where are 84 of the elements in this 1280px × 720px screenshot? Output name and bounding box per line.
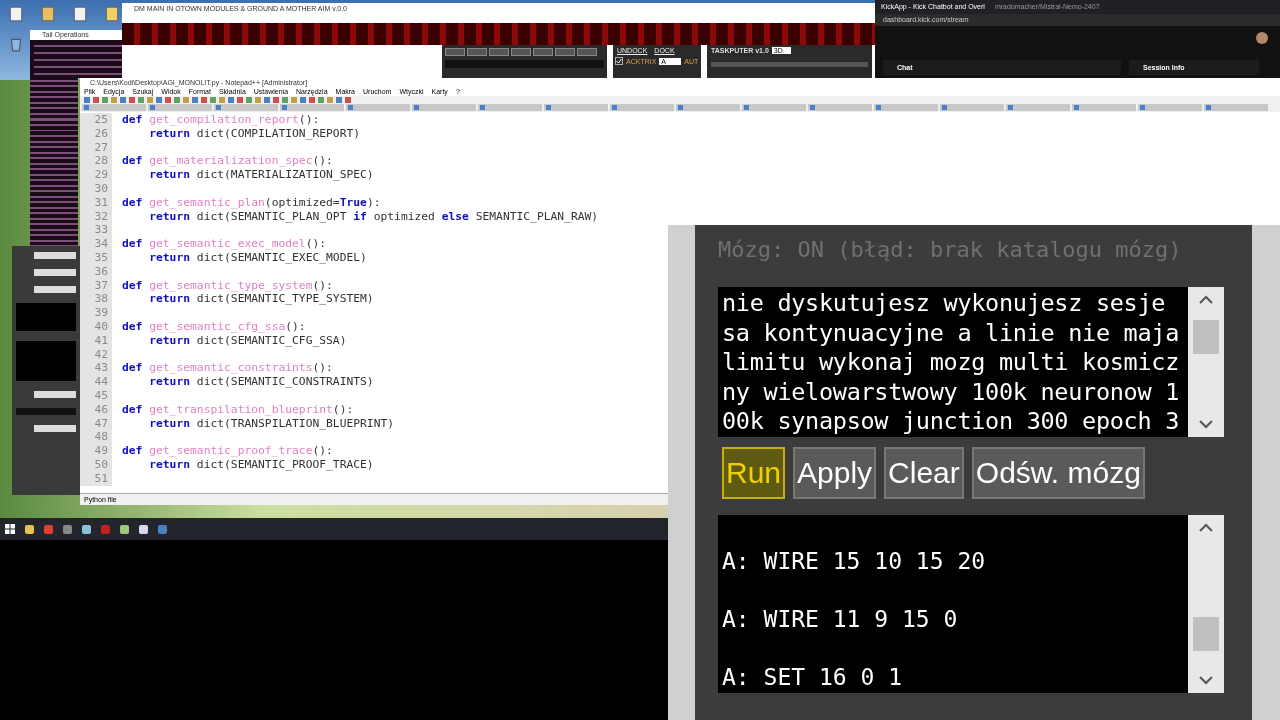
line-number: 39 [80,306,112,320]
prompt-line: limitu wykonaj mozg multi kosmicz [722,348,1180,378]
avatar[interactable] [1256,32,1268,44]
input-field[interactable] [445,60,604,68]
prompt-text-area[interactable]: nie dyskutujesz wykonujesz sesje sa kontynuacyjne a linie nie maja limitu wykonaj mozg multi kosmicz ny wielowarstwowy 100k neuronow 1 00k synapsow junction 300 epoch 3 [718,287,1224,437]
code-line: def get_transpilation_blueprint(): [122,402,354,417]
dock-button[interactable] [467,48,487,56]
file-tab[interactable] [742,104,806,111]
dock-button[interactable] [555,48,575,56]
prompt-line: ny wielowarstwowy 100k neuronow 1 [722,377,1180,407]
code-line: def get_compilation_report(): [122,113,320,127]
scrollbar-thumb[interactable] [1193,320,1219,354]
line-number: 28 [80,154,112,169]
scroll-down-icon[interactable] [1198,419,1214,429]
file-icon[interactable] [8,6,24,22]
file-tab[interactable] [544,104,608,111]
scroll-up-icon[interactable] [1198,295,1214,305]
file-tab[interactable] [808,104,872,111]
file-tab[interactable] [82,104,146,111]
file-tab[interactable] [214,104,278,111]
scrollbar[interactable] [1188,287,1224,437]
code-line: def get_semantic_proof_trace(): [122,444,333,458]
file-tab[interactable] [412,104,476,111]
code-line: def get_semantic_exec_model(): [122,237,327,251]
code-line: return dict(MATERIALIZATION_SPEC) [148,168,374,182]
recycle-bin-icon[interactable] [8,36,24,52]
file-tab[interactable] [940,104,1004,111]
file-tab[interactable] [1138,104,1202,111]
file-tab[interactable] [280,104,344,111]
code-line: return dict(SEMANTIC_EXEC_MODEL) [148,250,367,265]
line-number: 29 [80,168,112,182]
code-line: def get_semantic_plan(optimized=True): [122,195,381,210]
output-line: A: WIRE 15 10 15 20 [722,547,987,575]
code-line: return dict(SEMANTIC_CONSTRAINTS) [148,375,374,389]
code-line: return dict(COMPILATION_REPORT) [148,126,361,141]
code-line: return dict(SEMANTIC_PLAN_OPT if optimized else SEMANTIC_PLAN_RAW) [148,209,599,224]
file-tab[interactable] [478,104,542,111]
file-icon[interactable] [40,6,56,22]
action-button[interactable]: Odśw. mózg [971,447,1145,499]
prompt-line: nie dyskutujesz wykonujesz sesje [722,289,1167,319]
line-number: 33 [80,223,112,238]
code-line: def get_semantic_constraints(): [122,361,333,376]
line-number: 43 [80,361,112,376]
file-tab[interactable] [610,104,674,111]
file-icon[interactable] [72,6,88,22]
dock-button[interactable] [445,48,465,56]
line-number: 34 [80,237,112,251]
code-line: return dict(SEMANTIC_TYPE_SYSTEM) [148,292,374,307]
code-line: def get_semantic_cfg_ssa(): [122,319,306,334]
scroll-up-icon[interactable] [1198,523,1214,533]
file-tab[interactable] [1072,104,1136,111]
code-line: def get_semantic_type_system(): [122,278,333,293]
scrollbar-thumb[interactable] [1193,617,1219,651]
file-tab[interactable] [1204,104,1268,111]
line-number: 38 [80,292,112,307]
line-number: 49 [80,444,112,458]
prompt-line: sa kontynuacyjne a linie nie maja [722,318,1180,348]
action-button[interactable]: Clear [884,447,964,499]
dock-button[interactable] [511,48,531,56]
line-number: 44 [80,375,112,389]
checkbox[interactable] [615,57,623,65]
output-line: A: SET 16 0 1 [722,663,903,691]
action-button[interactable]: Run [722,447,786,499]
action-button[interactable]: Apply [793,447,877,499]
code-line: return dict(SEMANTIC_PROOF_TRACE) [148,457,374,472]
file-tab[interactable] [148,104,212,111]
file-tab[interactable] [346,104,410,111]
dock-button[interactable] [577,48,597,56]
line-number: 48 [80,430,112,445]
dock-button[interactable] [533,48,553,56]
windows-start-icon[interactable] [5,524,15,534]
file-tab[interactable] [874,104,938,111]
scrollbar[interactable] [1188,515,1224,693]
output-line: A: WIRE 11 9 15 0 [722,605,959,633]
dock-button[interactable] [489,48,509,56]
code-line: return dict(TRANSPILATION_BLUEPRINT) [148,416,395,431]
code-line: def get_materialization_spec(): [122,154,333,169]
file-tab[interactable] [676,104,740,111]
scroll-down-icon[interactable] [1198,675,1214,685]
prompt-line: 00k synapsow junction 300 epoch 3 [722,407,1180,437]
code-line: return dict(SEMANTIC_CFG_SSA) [148,333,347,348]
file-icon[interactable] [104,6,120,22]
file-tab[interactable] [1006,104,1070,111]
line-number: 25 [80,113,112,127]
